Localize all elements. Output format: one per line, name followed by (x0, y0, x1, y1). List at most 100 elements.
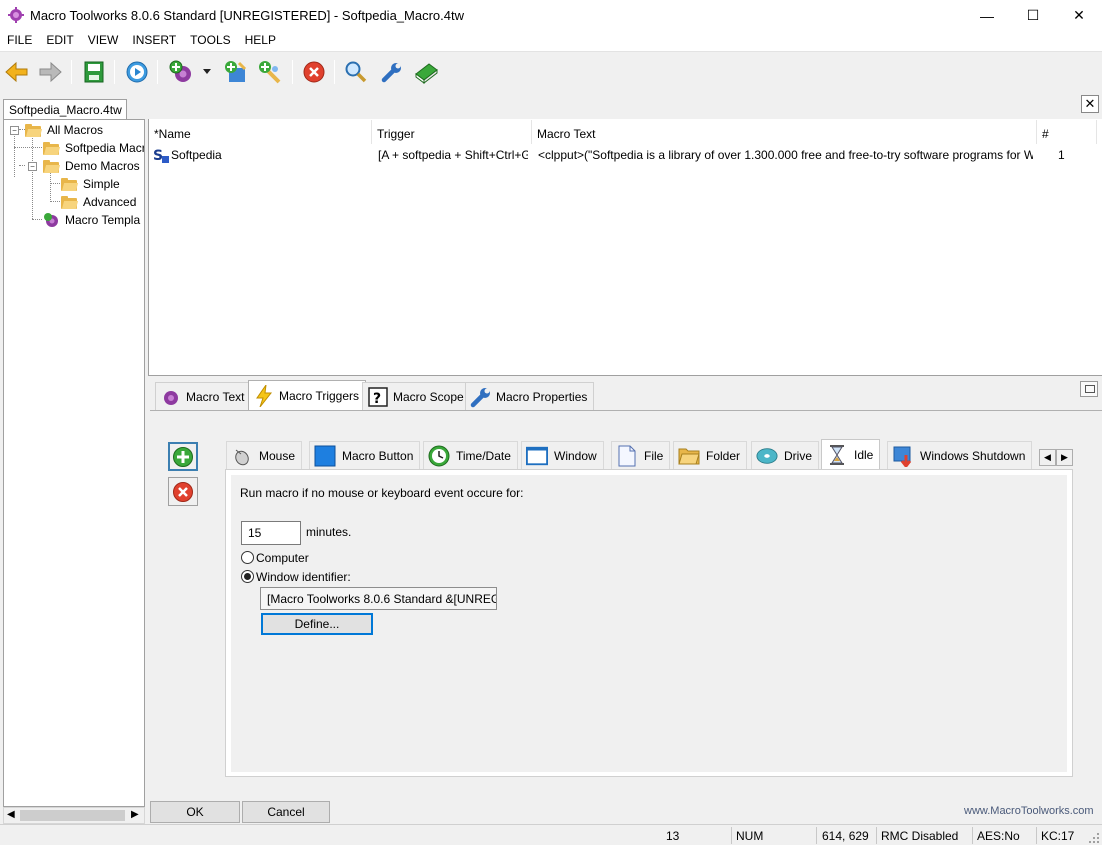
tree-item-label: All Macros (47, 123, 104, 137)
svg-text:S: S (153, 148, 163, 163)
dropdown-icon[interactable] (200, 58, 214, 86)
delete-trigger-button[interactable] (168, 477, 198, 506)
trigger-tab-idle[interactable]: Idle (821, 439, 881, 470)
scroll-left-icon[interactable]: ◀ (7, 809, 15, 820)
trigger-tab-windows-shutdown[interactable]: Windows Shutdown (887, 441, 1033, 470)
hourglass-icon (826, 444, 848, 466)
define-button[interactable]: Define... (261, 613, 373, 635)
toolbar-separator (334, 60, 335, 84)
idle-description: Run macro if no mouse or keyboard event … (240, 486, 524, 500)
tabs-scroll-right-icon[interactable]: ▶ (1056, 449, 1073, 466)
delete-icon[interactable] (300, 58, 328, 86)
minimize-button[interactable]: — (964, 0, 1010, 31)
title-bar: Macro Toolworks 8.0.6 Standard [UNREGIST… (0, 0, 1102, 31)
document-tab[interactable]: Softpedia_Macro.4tw (3, 99, 127, 119)
add-trigger-button[interactable] (168, 442, 198, 471)
minutes-label: minutes. (306, 525, 352, 539)
minutes-input[interactable]: 15 (241, 521, 301, 545)
save-icon[interactable] (80, 58, 108, 86)
close-document-button[interactable]: ✕ (1081, 95, 1099, 113)
collapse-icon[interactable]: − (28, 161, 37, 171)
tree-line (14, 147, 42, 148)
trigger-tab-time-date[interactable]: Time/Date (423, 441, 518, 470)
tree-item-macro-templates[interactable]: Macro Templa (43, 211, 142, 229)
menu-insert[interactable]: INSERT (125, 31, 183, 51)
tab-label: Macro Button (342, 449, 414, 463)
folder-open-icon (61, 195, 79, 209)
computer-radio[interactable] (241, 551, 254, 564)
window-identifier-radio[interactable] (241, 570, 254, 583)
folder-open-icon (43, 159, 61, 173)
restore-panel-icon[interactable] (1080, 381, 1098, 397)
trigger-tab-folder[interactable]: Folder (673, 441, 748, 470)
tab-label: Folder (706, 449, 741, 463)
menu-bar: FILE EDIT VIEW INSERT TOOLS HELP (0, 31, 1102, 51)
back-arrow-icon[interactable] (3, 58, 31, 86)
play-icon[interactable] (123, 58, 151, 86)
tab-macro-triggers[interactable]: Macro Triggers (248, 380, 367, 411)
scrollbar-thumb[interactable] (20, 810, 125, 821)
tab-macro-text[interactable]: Macro Text (155, 382, 252, 411)
cell-count: 1 (1058, 148, 1065, 162)
resize-grip-icon[interactable] (1088, 832, 1100, 844)
macro-text-icon (160, 386, 182, 408)
tab-macro-scope[interactable]: ? Macro Scope (362, 382, 471, 411)
tab-label: Mouse (259, 449, 296, 463)
cell-trigger: [A + softpedia + Shift+Ctrl+G ... (378, 148, 528, 162)
column-header-macro-text[interactable]: Macro Text (532, 120, 1037, 144)
column-header-count[interactable]: # (1037, 120, 1097, 144)
maximize-button[interactable]: ☐ (1010, 0, 1056, 31)
tree-item-softpedia-macros[interactable]: Softpedia Macr (43, 139, 144, 157)
computer-radio-label[interactable]: Computer (256, 551, 309, 565)
toolbar-separator (292, 60, 293, 84)
tree-line (19, 165, 25, 166)
tab-macro-properties[interactable]: Macro Properties (465, 382, 595, 411)
tree-item-advanced[interactable]: Advanced (61, 193, 138, 211)
help-book-icon[interactable] (412, 58, 440, 86)
status-kc: KC:17 (1041, 829, 1075, 843)
tree-item-label: Demo Macros (65, 159, 140, 173)
window-identifier-label[interactable]: Window identifier: (256, 570, 351, 584)
tree-item-demo-macros[interactable]: − Demo Macros (28, 157, 142, 175)
add-icon (173, 446, 193, 467)
ok-button[interactable]: OK (150, 801, 240, 823)
wrench-icon[interactable] (378, 58, 406, 86)
record-icon[interactable] (256, 58, 284, 86)
macro-tree[interactable]: − All Macros Softpedia Macr − Demo Macro… (3, 119, 145, 807)
wizard-icon[interactable] (222, 58, 250, 86)
menu-file[interactable]: FILE (0, 31, 39, 51)
tabs-scroll-left-icon[interactable]: ◀ (1039, 449, 1056, 466)
table-row[interactable]: S Softpedia [A + softpedia + Shift+Ctrl+… (149, 145, 1102, 165)
status-aes: AES:No (977, 829, 1020, 843)
menu-help[interactable]: HELP (238, 31, 283, 51)
status-separator (1036, 827, 1037, 844)
menu-tools[interactable]: TOOLS (183, 31, 237, 51)
forward-arrow-icon[interactable] (36, 58, 64, 86)
window-identifier-field[interactable]: [Macro Toolworks 8.0.6 Standard &[UNREGI… (260, 587, 497, 610)
website-link[interactable]: www.MacroToolworks.com (964, 805, 1094, 817)
trigger-tab-drive[interactable]: Drive (751, 441, 820, 470)
scroll-right-icon[interactable]: ▶ (131, 809, 139, 820)
status-separator (816, 827, 817, 844)
cancel-button[interactable]: Cancel (242, 801, 330, 823)
tree-horizontal-scrollbar[interactable]: ◀ ▶ (3, 807, 145, 824)
close-button[interactable]: ✕ (1056, 0, 1102, 31)
tree-item-all-macros[interactable]: − All Macros (10, 121, 105, 139)
menu-view[interactable]: VIEW (81, 31, 126, 51)
column-header-name[interactable]: *Name (149, 120, 372, 144)
tree-line (32, 136, 33, 219)
search-icon[interactable] (342, 58, 370, 86)
menu-edit[interactable]: EDIT (39, 31, 80, 51)
trigger-tab-file[interactable]: File (611, 441, 671, 470)
new-macro-icon[interactable] (168, 58, 196, 86)
collapse-icon[interactable]: − (10, 125, 19, 135)
macro-list[interactable]: *Name Trigger Macro Text # S Softpedia [… (148, 119, 1102, 375)
trigger-tab-window[interactable]: Window (521, 441, 604, 470)
trigger-tab-macro-button[interactable]: Macro Button (309, 441, 421, 470)
tab-label: Window (554, 449, 597, 463)
trigger-tab-mouse[interactable]: Mouse (226, 441, 303, 470)
status-count: 13 (666, 829, 680, 843)
tree-item-simple[interactable]: Simple (61, 175, 122, 193)
tree-item-label: Advanced (83, 195, 137, 209)
column-header-trigger[interactable]: Trigger (372, 120, 532, 144)
